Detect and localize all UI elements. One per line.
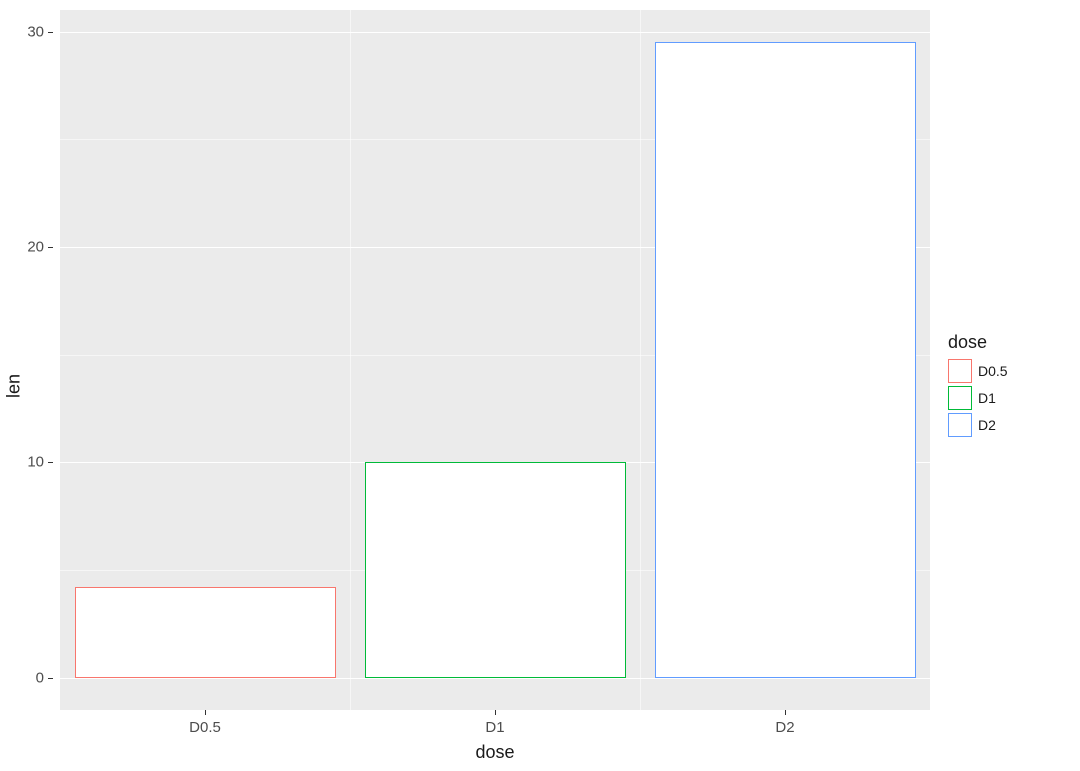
legend-key xyxy=(948,413,972,437)
legend-key xyxy=(948,386,972,410)
bar-d1 xyxy=(365,462,626,677)
x-tick-label: D2 xyxy=(775,719,794,736)
bar-d0-5 xyxy=(75,587,336,677)
legend-key xyxy=(948,359,972,383)
x-axis-title: dose xyxy=(60,742,930,763)
legend-label: D1 xyxy=(978,390,996,406)
y-tick xyxy=(48,247,53,248)
y-tick-label: 10 xyxy=(0,455,48,470)
legend-label: D0.5 xyxy=(978,363,1008,379)
legend: dose D0.5 D1 D2 xyxy=(948,332,1008,440)
legend-row: D2 xyxy=(948,413,1008,437)
y-tick-label: 30 xyxy=(0,24,48,39)
x-tick xyxy=(205,710,206,715)
x-tick xyxy=(785,710,786,715)
bar-d2 xyxy=(655,42,916,677)
y-tick xyxy=(48,462,53,463)
y-tick xyxy=(48,678,53,679)
y-tick-label: 0 xyxy=(0,670,48,685)
legend-row: D0.5 xyxy=(948,359,1008,383)
x-tick-label: D1 xyxy=(485,719,504,736)
y-axis-title: len xyxy=(4,373,25,397)
grid-major-h xyxy=(60,32,930,33)
grid-major-h xyxy=(60,678,930,679)
plot-panel xyxy=(60,10,930,710)
legend-title: dose xyxy=(948,332,1008,353)
x-tick-label: D0.5 xyxy=(189,719,221,736)
x-tick xyxy=(495,710,496,715)
legend-row: D1 xyxy=(948,386,1008,410)
grid-minor-v xyxy=(350,10,351,710)
chart-figure: len dose 0 10 20 30 D0.5 D1 D2 dose D0.5 D1 D2 xyxy=(0,0,1080,771)
y-tick-label: 20 xyxy=(0,239,48,254)
grid-minor-v xyxy=(640,10,641,710)
y-tick xyxy=(48,32,53,33)
legend-label: D2 xyxy=(978,417,996,433)
legend-items: D0.5 D1 D2 xyxy=(948,359,1008,437)
